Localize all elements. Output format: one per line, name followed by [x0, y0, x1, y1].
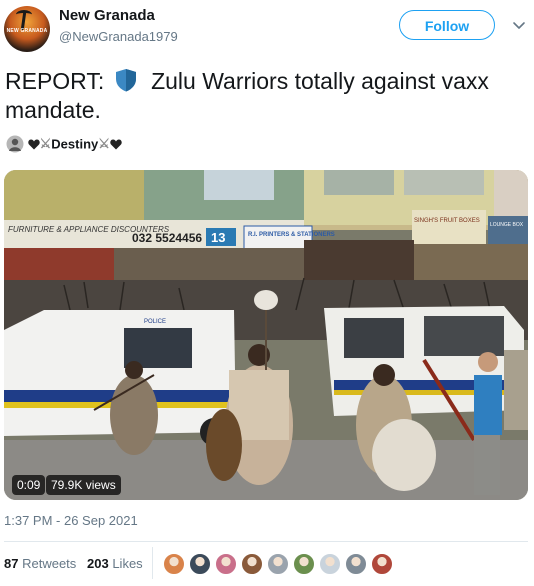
tweet-text-prefix: REPORT: [5, 68, 105, 94]
liker-avatar-4[interactable] [241, 553, 263, 575]
liker-avatar-2[interactable] [189, 553, 211, 575]
crossed-swords-icon: ⚔ [98, 136, 110, 151]
liker-avatar-8[interactable] [345, 553, 367, 575]
avatar[interactable]: NEW GRANADA [4, 6, 50, 52]
mention-row[interactable]: ⚔Destiny⚔ [6, 135, 122, 153]
black-heart-icon [110, 139, 122, 149]
palm-leaves-icon [16, 10, 32, 19]
video-frame: FURNITURE & APPLIANCE DISCOUNTERS 032 55… [4, 170, 528, 500]
liker-avatar-7[interactable] [319, 553, 341, 575]
fruit-sign: SINGH'S FRUIT BOXES [414, 218, 480, 224]
likes-count: 203 [87, 556, 109, 571]
lounge-sign: LOUNGE BOX [490, 222, 524, 228]
retweets-label: Retweets [22, 556, 77, 571]
liker-avatar-6[interactable] [293, 553, 315, 575]
avatar-text: NEW GRANADA [6, 28, 48, 34]
liker-avatar-3[interactable] [215, 553, 237, 575]
mention-name: Destiny [51, 136, 99, 152]
crossed-swords-icon: ⚔ [39, 136, 52, 151]
divider [4, 541, 528, 542]
follow-button[interactable]: Follow [399, 10, 495, 40]
liker-avatar-1[interactable] [163, 553, 185, 575]
black-heart-icon [27, 139, 40, 149]
mention-avatar [6, 135, 24, 153]
tweet-text: REPORT: Zulu Warriors totally against va… [5, 67, 525, 125]
liker-avatar-9[interactable] [371, 553, 393, 575]
shield-icon [115, 69, 136, 92]
police-label: POLICE [144, 319, 166, 325]
likes-label: Likes [112, 556, 143, 571]
retweets-count: 87 [4, 556, 19, 571]
display-name[interactable]: New Granada [59, 7, 155, 24]
tweet-timestamp[interactable]: 1:37 PM - 26 Sep 2021 [4, 513, 138, 528]
retweets-stat[interactable]: 87 Retweets [4, 556, 76, 571]
liker-avatar-5[interactable] [267, 553, 289, 575]
phone-sign: 032 5524456 [132, 231, 202, 245]
likes-stat[interactable]: 203 Likes [87, 556, 143, 571]
video-views: 79.9K views [46, 475, 121, 495]
video-duration: 0:09 [12, 475, 46, 495]
printers-sign: R.I. PRINTERS & STATIONERS [248, 232, 335, 238]
number-box-sign: 13 [211, 230, 225, 245]
chevron-down-icon[interactable] [512, 18, 526, 32]
stats-divider [152, 547, 153, 579]
user-handle[interactable]: @NewGranada1979 [59, 29, 178, 44]
video-player[interactable]: FURNITURE & APPLIANCE DISCOUNTERS 032 55… [4, 170, 528, 500]
